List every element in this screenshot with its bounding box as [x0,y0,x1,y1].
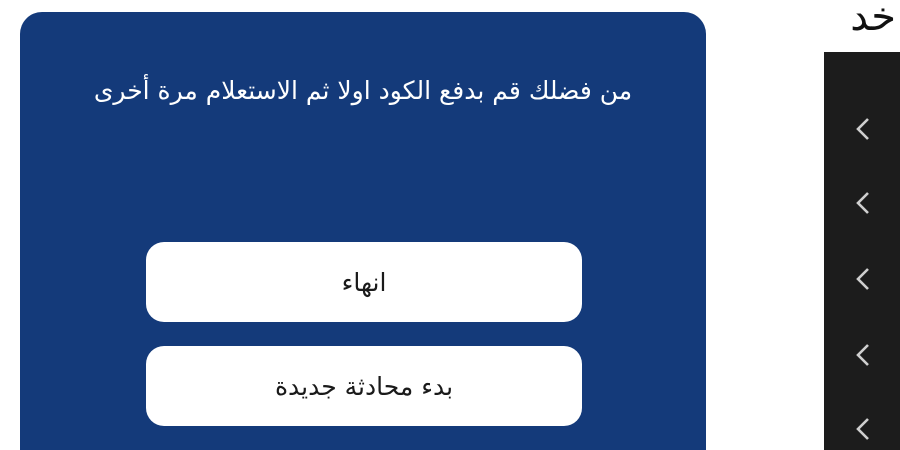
side-menu-item[interactable] [852,118,874,140]
side-menu-item[interactable] [852,192,874,214]
dialog-message: من فضلك قم بدفع الكود اولا ثم الاستعلام … [93,76,633,105]
new-chat-button[interactable]: بدء محادثة جديدة [146,346,582,426]
chevron-left-icon [856,118,869,140]
side-menu-item[interactable] [852,344,874,366]
chevron-left-icon [856,344,869,366]
side-panel: خد [824,0,900,450]
side-panel-title: خد [850,0,896,40]
chevron-left-icon [856,192,869,214]
side-panel-header: خد [824,0,900,52]
side-menu-item[interactable] [852,418,874,440]
chevron-left-icon [856,418,869,440]
end-chat-button[interactable]: انهاء [146,242,582,322]
chevron-left-icon [856,268,869,290]
side-menu-item[interactable] [852,268,874,290]
chat-dialog: من فضلك قم بدفع الكود اولا ثم الاستعلام … [20,12,706,450]
